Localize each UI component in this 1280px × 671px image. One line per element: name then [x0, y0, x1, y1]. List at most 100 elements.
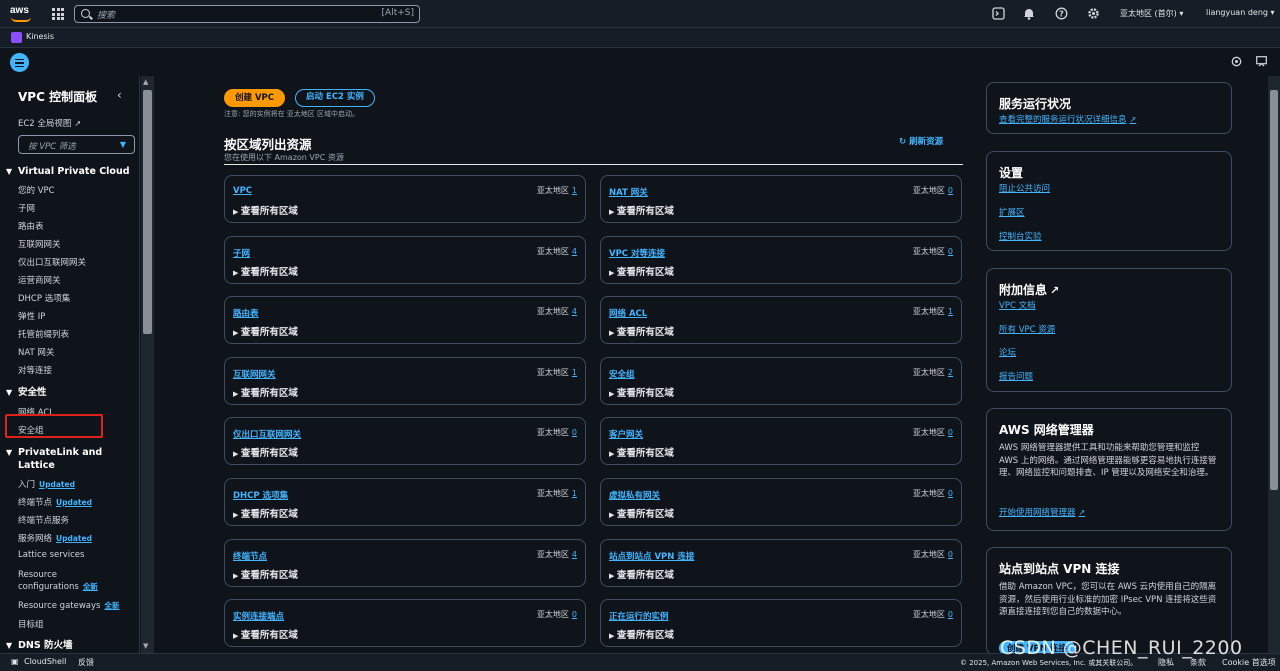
console-experiments-link[interactable]: 控制台实验: [999, 230, 1042, 242]
help-icon[interactable]: ?: [1054, 7, 1068, 21]
resource-count-link[interactable]: 0: [948, 489, 953, 498]
sidebar-item-endpoints[interactable]: 终端节点 Updated: [18, 496, 92, 508]
report-issue-link[interactable]: 报告问题: [999, 370, 1033, 382]
search-input[interactable]: 搜索 [Alt+S]: [74, 5, 420, 23]
account-menu[interactable]: liangyuan deng ▾: [1206, 8, 1275, 17]
resource-link[interactable]: 网络 ACL: [609, 307, 647, 319]
sidebar-item-resource-configurations[interactable]: Resource configurations 全新: [18, 569, 98, 593]
expand-all-regions-toggle[interactable]: ▶ 查看所有区域: [233, 445, 298, 459]
resource-count-link[interactable]: 0: [572, 610, 577, 619]
resource-count-link[interactable]: 1: [948, 307, 953, 316]
expand-all-regions-toggle[interactable]: ▶ 查看所有区域: [233, 567, 298, 581]
resource-count-link[interactable]: 4: [572, 550, 577, 559]
block-public-access-link[interactable]: 阻止公共访问: [999, 182, 1050, 194]
resource-link[interactable]: 互联网网关: [233, 368, 276, 380]
forums-link[interactable]: 论坛: [999, 346, 1016, 358]
cloudshell-link[interactable]: CloudShell: [24, 657, 66, 666]
resource-link[interactable]: 子网: [233, 247, 250, 259]
expand-all-regions-toggle[interactable]: ▶ 查看所有区域: [233, 264, 298, 278]
feedback-link[interactable]: 反馈: [78, 657, 94, 668]
resource-count-link[interactable]: 0: [948, 247, 953, 256]
section-security[interactable]: ▼ 安全性: [6, 386, 47, 399]
sidebar-item-lattice-services[interactable]: Lattice services: [18, 550, 84, 560]
gear-icon[interactable]: [1086, 7, 1100, 21]
resource-link[interactable]: NAT 网关: [609, 186, 648, 198]
resource-link[interactable]: 仅出口互联网网关: [233, 428, 301, 440]
resource-link[interactable]: 安全组: [609, 368, 635, 380]
cloudshell-icon[interactable]: [991, 7, 1005, 21]
sidebar-item-ec2-global-view[interactable]: EC2 全局视图 ↗: [18, 117, 81, 129]
vpc-filter-select[interactable]: 按 VPC 筛选 ▼: [18, 135, 135, 154]
launch-ec2-button[interactable]: 启动 EC2 实例: [295, 89, 375, 107]
favorite-service-kinesis[interactable]: Kinesis: [26, 32, 54, 41]
resource-count-link[interactable]: 1: [572, 186, 577, 195]
resource-count-link[interactable]: 2: [948, 368, 953, 377]
resource-link[interactable]: 实例连接端点: [233, 610, 284, 622]
expand-all-regions-toggle[interactable]: ▶ 查看所有区域: [609, 567, 674, 581]
section-vpc[interactable]: ▼ Virtual Private Cloud: [6, 165, 130, 178]
sidebar-item-endpoint-services[interactable]: 终端节点服务: [18, 514, 69, 526]
sidebar-item-subnets[interactable]: 子网: [18, 202, 35, 214]
sidebar-item-peering[interactable]: 对等连接: [18, 364, 52, 376]
all-vpc-resources-link[interactable]: 所有 VPC 资源: [999, 323, 1055, 335]
create-vpc-button[interactable]: 创建 VPC: [224, 89, 285, 107]
expand-all-regions-toggle[interactable]: ▶ 查看所有区域: [609, 203, 674, 217]
resource-link[interactable]: 站点到站点 VPN 连接: [609, 550, 694, 562]
resource-count-link[interactable]: 0: [948, 550, 953, 559]
sidebar-item-route-tables[interactable]: 路由表: [18, 220, 44, 232]
resource-link[interactable]: 终端节点: [233, 550, 267, 562]
bell-icon[interactable]: [1022, 7, 1036, 21]
expand-all-regions-toggle[interactable]: ▶ 查看所有区域: [233, 506, 298, 520]
section-dns-firewall[interactable]: ▼ DNS 防火墙: [6, 639, 73, 652]
sidebar-item-prefix-lists[interactable]: 托管前缀列表: [18, 328, 69, 340]
sidebar-item-service-networks[interactable]: 服务网络 Updated: [18, 532, 92, 544]
resource-count-link[interactable]: 0: [948, 610, 953, 619]
sidebar-item-egress-only-igw[interactable]: 仅出口互联网网关: [18, 256, 86, 268]
sidebar-item-elastic-ips[interactable]: 弹性 IP: [18, 310, 45, 322]
resource-link[interactable]: 正在运行的实例: [609, 610, 669, 622]
sidebar-item-resource-gateways[interactable]: Resource gateways 全新: [18, 600, 119, 611]
scroll-down-icon[interactable]: ▼: [143, 642, 148, 650]
collapse-icon[interactable]: ‹: [117, 88, 122, 102]
expand-all-regions-toggle[interactable]: ▶ 查看所有区域: [609, 264, 674, 278]
network-manager-link[interactable]: 开始使用网络管理器 ↗: [999, 506, 1085, 518]
sidebar-item-internet-gateways[interactable]: 互联网网关: [18, 238, 61, 250]
resource-link[interactable]: 客户网关: [609, 428, 643, 440]
settings-icon[interactable]: [1231, 56, 1242, 67]
resource-count-link[interactable]: 4: [572, 247, 577, 256]
expand-all-regions-toggle[interactable]: ▶ 查看所有区域: [609, 627, 674, 641]
sidebar-item-nat-gateways[interactable]: NAT 网关: [18, 346, 54, 358]
section-privatelink[interactable]: ▼ PrivateLink and Lattice: [6, 446, 102, 472]
resource-count-link[interactable]: 1: [572, 489, 577, 498]
resource-link[interactable]: VPC 对等连接: [609, 247, 665, 259]
expand-all-regions-toggle[interactable]: ▶ 查看所有区域: [609, 324, 674, 338]
zones-link[interactable]: 扩展区: [999, 206, 1025, 218]
scroll-up-icon[interactable]: ▲: [143, 78, 148, 86]
resource-count-link[interactable]: 1: [572, 368, 577, 377]
expand-all-regions-toggle[interactable]: ▶ 查看所有区域: [233, 385, 298, 399]
resource-count-link[interactable]: 0: [948, 186, 953, 195]
region-selector[interactable]: 亚太地区 (首尔) ▾: [1120, 8, 1183, 19]
service-health-link[interactable]: 查看完整的服务运行状况详细信息 ↗: [999, 113, 1136, 125]
sidebar-item-getting-started[interactable]: 入门 Updated: [18, 478, 75, 490]
sidebar-item-target-groups[interactable]: 目标组: [18, 618, 44, 630]
resource-link[interactable]: VPC: [233, 186, 252, 196]
expand-all-regions-toggle[interactable]: ▶ 查看所有区域: [233, 324, 298, 338]
resource-link[interactable]: 路由表: [233, 307, 259, 319]
services-grid-icon[interactable]: [52, 8, 64, 20]
refresh-button[interactable]: ↻ 刷新资源: [899, 135, 943, 147]
expand-all-regions-toggle[interactable]: ▶ 查看所有区域: [609, 445, 674, 459]
expand-all-regions-toggle[interactable]: ▶ 查看所有区域: [609, 385, 674, 399]
sidebar-item-carrier-gateways[interactable]: 运营商网关: [18, 274, 61, 286]
sidebar-item-your-vpcs[interactable]: 您的 VPC: [18, 184, 55, 196]
expand-all-regions-toggle[interactable]: ▶ 查看所有区域: [233, 627, 298, 641]
sidebar-item-dhcp-option-sets[interactable]: DHCP 选项集: [18, 292, 70, 304]
resource-count-link[interactable]: 0: [572, 428, 577, 437]
sidebar-scroll-thumb[interactable]: [143, 90, 152, 334]
resource-count-link[interactable]: 4: [572, 307, 577, 316]
expand-all-regions-toggle[interactable]: ▶ 查看所有区域: [233, 203, 298, 217]
aws-logo[interactable]: aws: [10, 5, 34, 23]
feedback-icon[interactable]: [1256, 56, 1267, 67]
menu-toggle-button[interactable]: [10, 53, 29, 72]
resource-link[interactable]: 虚拟私有网关: [609, 489, 660, 501]
